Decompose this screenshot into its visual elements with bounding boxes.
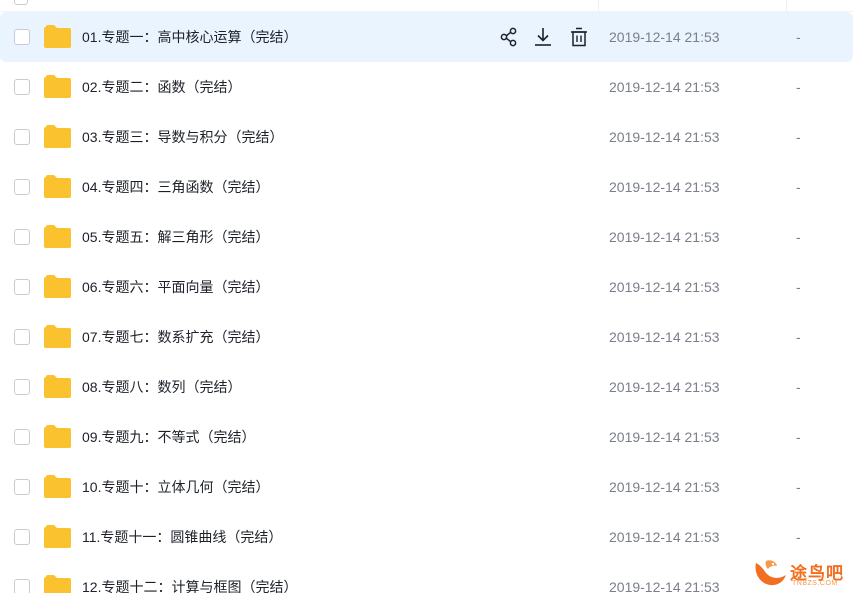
row-checkbox[interactable] — [14, 579, 30, 593]
delete-button[interactable] — [567, 25, 591, 49]
file-name[interactable]: 11.专题十一：圆锥曲线（完结） — [82, 512, 282, 562]
folder-icon — [44, 375, 71, 398]
file-row[interactable]: 04.专题四：三角函数（完结） 2019-12-14 21:53 - — [0, 162, 853, 212]
row-checkbox[interactable] — [14, 479, 30, 495]
modified-date: 2019-12-14 21:53 — [609, 579, 720, 593]
file-name[interactable]: 01.专题一：高中核心运算（完结） — [82, 12, 297, 62]
file-row[interactable]: 09.专题九：不等式（完结） 2019-12-14 21:53 - — [0, 412, 853, 462]
row-checkbox[interactable] — [14, 179, 30, 195]
file-size: - — [796, 429, 801, 445]
modified-date: 2019-12-14 21:53 — [609, 79, 720, 95]
modified-date: 2019-12-14 21:53 — [609, 29, 720, 45]
watermark-logo: 途鸟吧 TNBZS.COM — [752, 557, 850, 591]
column-divider — [786, 0, 787, 11]
file-row[interactable]: 01.专题一：高中核心运算（完结） 2019-12-14 21:53 - — [0, 12, 853, 62]
file-name[interactable]: 03.专题三：导数与积分（完结） — [82, 112, 283, 162]
file-name[interactable]: 08.专题八：数列（完结） — [82, 362, 241, 412]
file-row[interactable]: 05.专题五：解三角形（完结） 2019-12-14 21:53 - — [0, 212, 853, 262]
file-row[interactable]: 11.专题十一：圆锥曲线（完结） 2019-12-14 21:53 - — [0, 512, 853, 562]
file-size: - — [796, 479, 801, 495]
row-checkbox[interactable] — [14, 279, 30, 295]
folder-icon — [44, 75, 71, 98]
modified-date: 2019-12-14 21:53 — [609, 179, 720, 195]
file-size: - — [796, 529, 801, 545]
file-row[interactable]: 06.专题六：平面向量（完结） 2019-12-14 21:53 - — [0, 262, 853, 312]
folder-icon — [44, 475, 71, 498]
file-row[interactable]: 12.专题十二：计算与框图（完结） 2019-12-14 21:53 — [0, 562, 853, 593]
file-size: - — [796, 379, 801, 395]
file-name[interactable]: 05.专题五：解三角形（完结） — [82, 212, 269, 262]
file-size: - — [796, 179, 801, 195]
row-checkbox[interactable] — [14, 79, 30, 95]
folder-icon — [44, 175, 71, 198]
modified-date: 2019-12-14 21:53 — [609, 429, 720, 445]
download-icon — [535, 28, 551, 46]
modified-date: 2019-12-14 21:53 — [609, 529, 720, 545]
file-row[interactable]: 03.专题三：导数与积分（完结） 2019-12-14 21:53 - — [0, 112, 853, 162]
file-name[interactable]: 04.专题四：三角函数（完结） — [82, 162, 269, 212]
file-name[interactable]: 10.专题十：立体几何（完结） — [82, 462, 269, 512]
row-checkbox[interactable] — [14, 129, 30, 145]
file-size: - — [796, 229, 801, 245]
file-name[interactable]: 09.专题九：不等式（完结） — [82, 412, 255, 462]
modified-date: 2019-12-14 21:53 — [609, 279, 720, 295]
watermark-subtext: TNBZS.COM — [792, 580, 838, 587]
modified-date: 2019-12-14 21:53 — [609, 129, 720, 145]
row-checkbox[interactable] — [14, 379, 30, 395]
file-row[interactable]: 07.专题七：数系扩充（完结） 2019-12-14 21:53 - — [0, 312, 853, 362]
file-name[interactable]: 06.专题六：平面向量（完结） — [82, 262, 269, 312]
file-size: - — [796, 279, 801, 295]
file-name[interactable]: 02.专题二：函数（完结） — [82, 62, 241, 112]
file-list: 01.专题一：高中核心运算（完结） 2019-12-14 21:53 - 02.… — [0, 0, 853, 593]
folder-icon — [44, 525, 71, 548]
file-row[interactable]: 10.专题十：立体几何（完结） 2019-12-14 21:53 - — [0, 462, 853, 512]
row-checkbox[interactable] — [14, 0, 28, 5]
file-name[interactable]: 12.专题十二：计算与框图（完结） — [82, 562, 297, 593]
file-size: - — [796, 29, 801, 45]
file-size: - — [796, 129, 801, 145]
trash-icon — [571, 27, 587, 47]
folder-icon — [44, 425, 71, 448]
file-row[interactable]: 08.专题八：数列（完结） 2019-12-14 21:53 - — [0, 362, 853, 412]
folder-icon — [44, 325, 71, 348]
file-name[interactable]: 07.专题七：数系扩充（完结） — [82, 312, 269, 362]
modified-date: 2019-12-14 21:53 — [609, 379, 720, 395]
previous-row-stub — [0, 0, 853, 12]
folder-icon — [44, 125, 71, 148]
folder-icon — [44, 275, 71, 298]
file-row[interactable]: 02.专题二：函数（完结） 2019-12-14 21:53 - — [0, 62, 853, 112]
file-size: - — [796, 329, 801, 345]
modified-date: 2019-12-14 21:53 — [609, 229, 720, 245]
download-button[interactable] — [531, 25, 555, 49]
share-icon — [500, 27, 517, 47]
column-divider — [598, 0, 599, 11]
folder-icon — [44, 225, 71, 248]
file-size: - — [796, 79, 801, 95]
bird-logo-icon — [755, 560, 786, 586]
row-checkbox[interactable] — [14, 329, 30, 345]
folder-icon — [44, 575, 71, 593]
folder-icon — [44, 25, 71, 48]
share-button[interactable] — [497, 25, 521, 49]
row-checkbox[interactable] — [14, 29, 30, 45]
row-checkbox[interactable] — [14, 529, 30, 545]
modified-date: 2019-12-14 21:53 — [609, 479, 720, 495]
row-checkbox[interactable] — [14, 229, 30, 245]
row-checkbox[interactable] — [14, 429, 30, 445]
modified-date: 2019-12-14 21:53 — [609, 329, 720, 345]
